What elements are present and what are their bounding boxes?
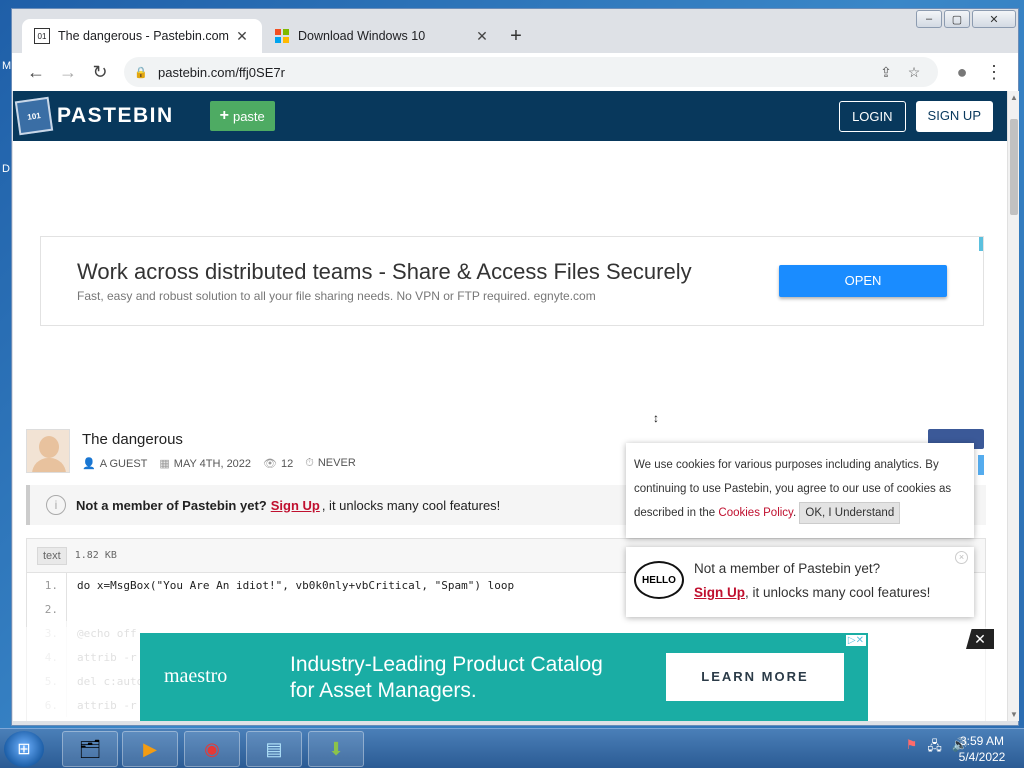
syntax-tag[interactable]: text <box>37 546 67 565</box>
ad-open-button[interactable]: OPEN <box>779 265 947 297</box>
profile-icon[interactable]: ● <box>946 56 978 88</box>
ad-subtext[interactable]: Fast, easy and robust solution to all yo… <box>77 289 596 303</box>
desktop-icon-label: M <box>2 60 12 72</box>
accept-cookies-button[interactable]: OK, I Understand <box>799 502 901 524</box>
paste-label: paste <box>232 108 265 124</box>
share-icon[interactable]: ⇪ <box>872 64 900 81</box>
start-button[interactable]: ⊞ <box>4 731 44 767</box>
lock-icon[interactable]: 🔒 <box>134 66 150 79</box>
hello-bubble-icon: HELLO <box>634 561 684 599</box>
windows-favicon-icon <box>274 28 290 44</box>
top-ad-banner[interactable]: Work across distributed teams - Share & … <box>40 236 984 326</box>
brand-name[interactable]: PASTEBIN <box>57 104 174 128</box>
clock[interactable]: 3:59 AM 5/4/2022 <box>952 733 1012 765</box>
calendar-icon: ▦ <box>159 458 170 470</box>
browser-toolbar: ← → ↻ 🔒 pastebin.com/ffj0SE7r ⇪ ☆ ● ⋮ <box>12 53 1018 91</box>
page-viewport: 101 PASTEBIN + paste LOGIN SIGN UP Work … <box>13 91 1007 721</box>
action-center-icon[interactable]: ⚑ <box>906 737 918 759</box>
info-icon: i <box>46 495 66 515</box>
line-number: 2. <box>27 597 67 621</box>
paste-title: The dangerous <box>82 431 183 448</box>
tab-strip: 01 The dangerous - Pastebin.com ✕ Downlo… <box>22 19 530 53</box>
close-tab-icon[interactable]: ✕ <box>234 28 250 45</box>
file-size: 1.82 KB <box>74 550 117 561</box>
paste-date: MAY 4TH, 2022 <box>173 458 252 470</box>
close-popup-icon[interactable]: × <box>955 551 968 564</box>
taskbar-notepad[interactable]: ▤ <box>246 731 302 767</box>
clock-date: 5/4/2022 <box>958 750 1006 764</box>
address-bar[interactable]: 🔒 pastebin.com/ffj0SE7r ⇪ ☆ <box>124 57 938 87</box>
user-icon: 👤 <box>82 458 96 470</box>
vertical-scrollbar[interactable]: ▲ ▼ <box>1007 91 1019 721</box>
browser-window: – ▢ ✕ 01 The dangerous - Pastebin.com ✕ … <box>11 8 1019 726</box>
paste-author: A GUEST <box>99 458 148 470</box>
menu-icon[interactable]: ⋮ <box>978 56 1010 88</box>
line-number: 1. <box>27 573 67 597</box>
promo-rest: , it unlocks many cool features! <box>745 585 931 600</box>
paste-expiry: NEVER <box>317 457 356 469</box>
taskbar-media-player[interactable]: ▶ <box>122 731 178 767</box>
minimize-button[interactable]: – <box>916 10 942 28</box>
network-icon[interactable]: 🖧 <box>927 737 942 759</box>
promo-text: Not a member of Pastebin yet? <box>694 561 881 576</box>
resize-cursor-icon: ↕ <box>653 411 659 425</box>
clock-time: 3:59 AM <box>959 734 1005 748</box>
login-button[interactable]: LOGIN <box>839 100 906 132</box>
plus-icon: + <box>219 107 229 124</box>
signup-promo-popup: HELLO Not a member of Pastebin yet? Sign… <box>626 547 974 617</box>
signup-button[interactable]: SIGN UP <box>915 100 993 132</box>
scroll-up-icon[interactable]: ▲ <box>1008 93 1020 102</box>
tab-pastebin[interactable]: 01 The dangerous - Pastebin.com ✕ <box>22 19 262 53</box>
tab-windows[interactable]: Download Windows 10 ✕ <box>262 19 502 53</box>
cookies-policy-link[interactable]: Cookies Policy <box>718 507 793 519</box>
taskbar: ⊞ 🗂 ▶ ◉ ▤ ⬇ ⚑ 🖧 🔊 3:59 AM 5/4/2022 <box>0 728 1024 768</box>
new-paste-button[interactable]: + paste <box>209 101 275 131</box>
close-tab-icon[interactable]: ✕ <box>474 28 490 45</box>
back-button[interactable]: ← <box>20 56 52 88</box>
bottom-ad-banner[interactable]: maestro Industry-Leading Product Catalog… <box>140 633 868 721</box>
ad-choices-icon[interactable] <box>979 237 983 251</box>
pastebin-header: 101 PASTEBIN + paste LOGIN SIGN UP <box>13 91 1007 141</box>
promo-line2: Sign Up, it unlocks many cool features! <box>694 585 930 600</box>
paste-meta: 👤 A GUEST ▦ MAY 4TH, 2022 👁 12 ⏱ NEVER <box>82 457 356 470</box>
tab-title: Download Windows 10 <box>298 29 426 43</box>
scroll-thumb[interactable] <box>1010 119 1018 215</box>
maximize-button[interactable]: ▢ <box>944 10 970 28</box>
taskbar-installer[interactable]: ⬇ <box>308 731 364 767</box>
desktop-icon-label: D <box>2 163 10 175</box>
cookie-consent-popup: We use cookies for various purposes incl… <box>626 443 974 538</box>
maestro-logo[interactable]: maestro <box>164 665 227 688</box>
close-window-button[interactable]: ✕ <box>972 10 1016 28</box>
member-notice-text: Not a member of Pastebin yet? <box>76 497 267 513</box>
signup-link[interactable]: Sign Up <box>271 498 320 513</box>
twitter-share-button[interactable] <box>978 455 984 475</box>
bookmark-star-icon[interactable]: ☆ <box>900 64 928 81</box>
ad2-line2[interactable]: for Asset Managers. <box>290 679 477 703</box>
member-notice-rest: , it unlocks many cool features! <box>321 497 501 513</box>
promo-signup-link[interactable]: Sign Up <box>694 585 745 600</box>
scroll-down-icon[interactable]: ▼ <box>1008 710 1020 719</box>
ad-choices-icon[interactable]: ▷✕ <box>845 635 866 646</box>
reload-button[interactable]: ↻ <box>84 56 116 88</box>
url-text[interactable]: pastebin.com/ffj0SE7r <box>158 65 872 80</box>
window-controls: – ▢ ✕ <box>916 10 1016 28</box>
paste-views: 12 <box>281 458 294 470</box>
new-tab-button[interactable]: + <box>502 19 530 53</box>
pastebin-logo-icon[interactable]: 101 <box>14 96 54 136</box>
avatar <box>26 429 70 473</box>
taskbar-chrome[interactable]: ◉ <box>184 731 240 767</box>
pastebin-favicon-icon: 01 <box>34 28 50 44</box>
code-text[interactable]: do x=MsgBox("You Are An idiot!", vb0k0nl… <box>67 579 514 592</box>
ad2-line1[interactable]: Industry-Leading Product Catalog <box>290 653 603 677</box>
eye-icon: 👁 <box>263 458 278 470</box>
cookie-text-end: . <box>792 507 797 519</box>
forward-button[interactable]: → <box>52 56 84 88</box>
learn-more-button[interactable]: LEARN MORE <box>666 653 844 701</box>
tab-title: The dangerous - Pastebin.com <box>58 29 229 43</box>
ad-headline[interactable]: Work across distributed teams - Share & … <box>77 259 692 285</box>
timer-icon: ⏱ <box>305 457 314 469</box>
taskbar-file-explorer[interactable]: 🗂 <box>62 731 118 767</box>
